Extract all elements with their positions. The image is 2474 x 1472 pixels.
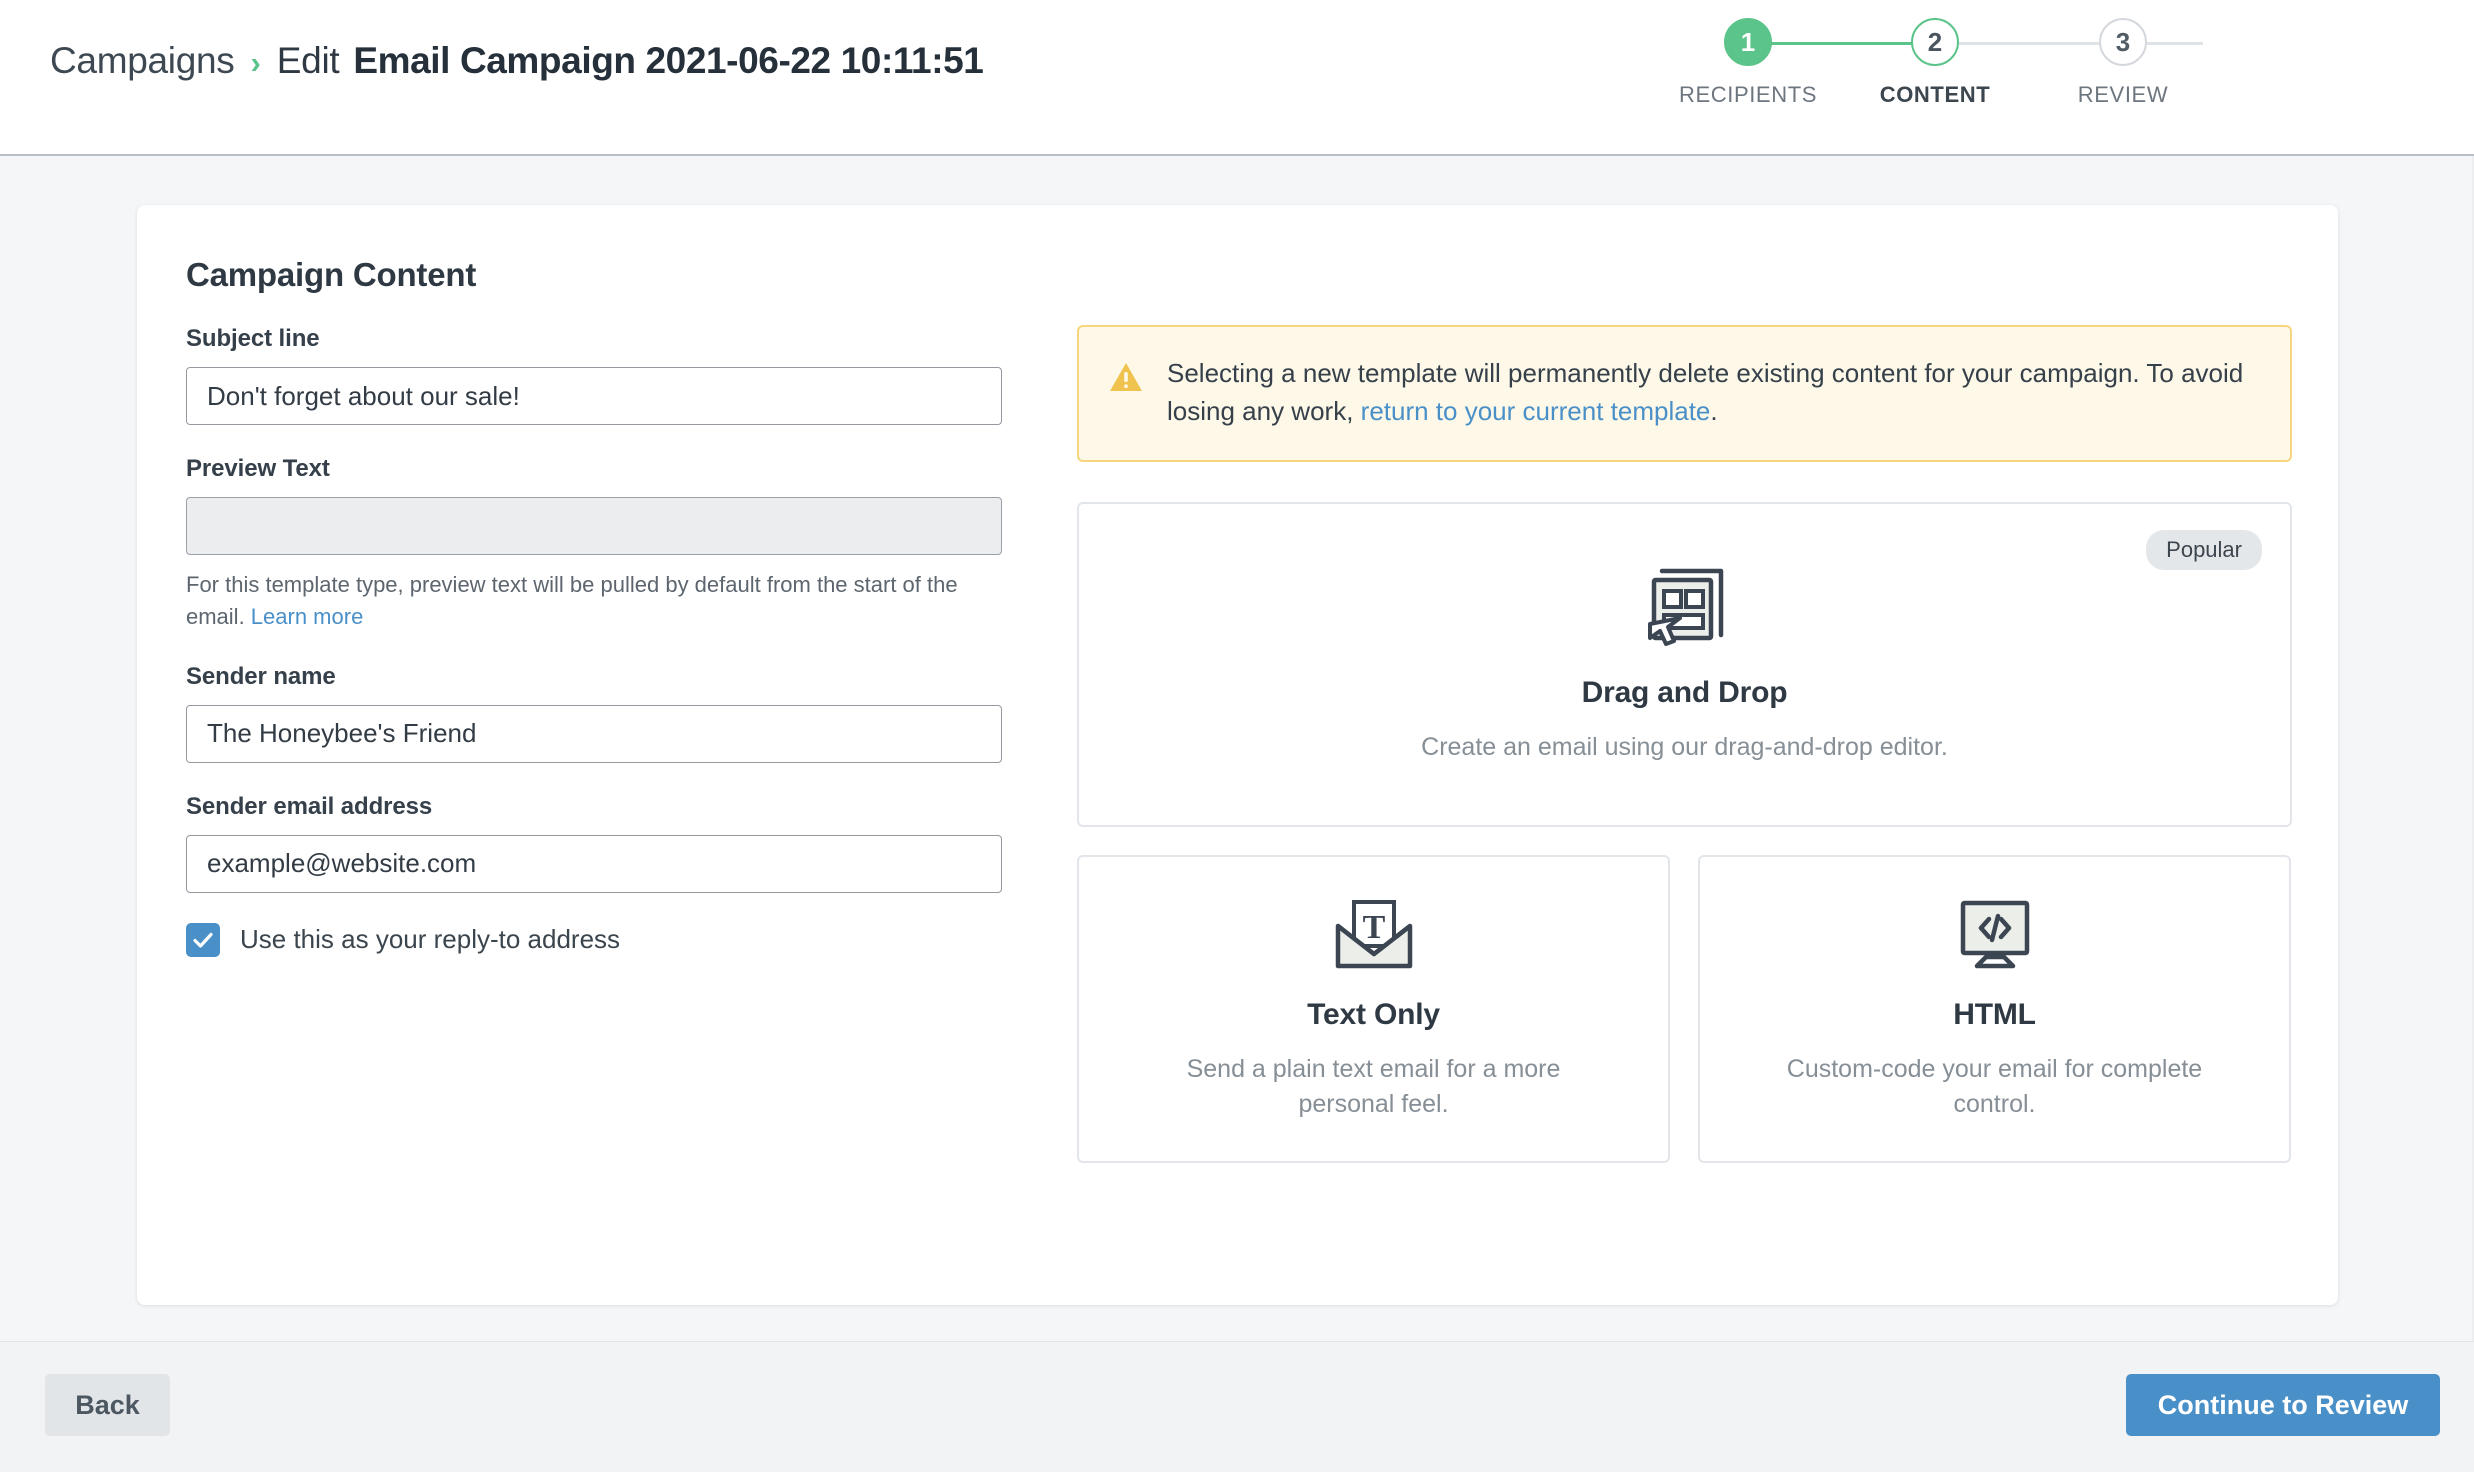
popular-badge: Popular [2146,530,2262,571]
template-card-html[interactable]: HTML Custom-code your email for complete… [1698,855,2291,1164]
field-subject-line: Subject line Don't forget about our sale… [186,325,1056,425]
template-warning-banner: Selecting a new template will permanentl… [1077,325,2292,463]
template-name-drag-and-drop: Drag and Drop [1581,675,1788,709]
template-description-drag-and-drop: Create an email using our drag-and-drop … [1421,732,1948,761]
stepper-step-content[interactable]: 2 CONTENT [1835,18,2035,108]
reply-to-checkbox[interactable] [186,922,220,957]
template-picker: Selecting a new template will permanentl… [1077,325,2292,1164]
template-description-html: Custom-code your email for complete cont… [1786,1054,2203,1118]
sender-email-label: Sender email address [186,792,433,820]
field-sender-email: Sender email address example@website.com [186,793,1056,893]
checkmark-icon [193,932,213,948]
subject-line-input[interactable]: Don't forget about our sale! [186,367,1002,425]
return-to-current-template-link[interactable]: return to your current template [1361,396,1711,426]
card-title: Campaign Content [186,256,477,293]
preview-text-input[interactable] [186,497,1002,555]
sender-name-input[interactable]: The Honeybee's Friend [186,704,1002,763]
reply-to-label: Use this as your reply-to address [240,924,621,955]
wizard-stepper: 1 RECIPIENTS 2 CONTENT 3 REVIEW [1679,18,2420,138]
campaign-form: Subject line Don't forget about our sale… [186,325,1056,957]
template-card-text-only[interactable]: T Text Only Send a plain text email for … [1077,855,1670,1164]
preview-text-help: For this template type, preview text wil… [186,569,998,633]
template-name-html: HTML [1953,997,2036,1031]
stepper-label-3: REVIEW [2077,82,2169,107]
wizard-footer: Back Continue to Review [0,1341,2474,1472]
reply-to-checkbox-row[interactable]: Use this as your reply-to address [186,922,1056,957]
field-sender-name: Sender name The Honeybee's Friend [186,663,1056,763]
sender-name-label: Sender name [186,662,336,690]
campaign-content-card: Campaign Content Subject line Don't forg… [137,205,2338,1305]
continue-to-review-button[interactable]: Continue to Review [2126,1374,2440,1436]
field-preview-text: Preview Text For this template type, pre… [186,455,1056,633]
preview-text-label: Preview Text [186,455,330,482]
monitor-code-icon [1953,897,2037,976]
stepper-circle-2: 2 [1911,18,1959,66]
breadcrumb-link-campaigns[interactable]: Campaigns [50,40,235,82]
template-name-text-only: Text Only [1307,997,1440,1031]
stepper-circle-1: 1 [1724,18,1772,66]
drag-and-drop-icon [1641,565,1729,654]
template-card-drag-and-drop[interactable]: Popular Drag and Drop Create an email us… [1077,502,2292,828]
breadcrumb-chevron-icon: › [250,45,261,80]
template-row-secondary: T Text Only Send a plain text email for … [1077,855,2292,1164]
page-title: Email Campaign 2021-06-22 10:11:51 [353,40,984,81]
stepper-step-review[interactable]: 3 REVIEW [2023,18,2223,108]
svg-text:T: T [1362,909,1385,946]
template-description-text-only: Send a plain text email for a more perso… [1186,1054,1561,1118]
template-grid: Popular Drag and Drop Create an email us… [1077,502,2292,1164]
learn-more-link[interactable]: Learn more [251,604,364,629]
breadcrumb: Campaigns › Edit Email Campaign 2021-06-… [50,40,984,82]
stepper-step-recipients[interactable]: 1 RECIPIENTS [1648,18,1848,108]
warning-text: Selecting a new template will permanentl… [1167,355,2260,430]
back-button[interactable]: Back [45,1374,170,1436]
envelope-text-icon: T [1332,897,1416,976]
stepper-circle-3: 3 [2099,18,2147,66]
page-header: Campaigns › Edit Email Campaign 2021-06-… [0,0,2474,156]
breadcrumb-action: Edit [276,40,340,81]
warning-triangle-icon [1109,361,1143,398]
sender-email-input[interactable]: example@website.com [186,834,1002,893]
stepper-label-1: RECIPIENTS [1678,82,1818,107]
stepper-label-2: CONTENT [1879,82,1991,107]
warning-text-after: . [1710,395,1718,426]
subject-line-label: Subject line [186,325,320,352]
